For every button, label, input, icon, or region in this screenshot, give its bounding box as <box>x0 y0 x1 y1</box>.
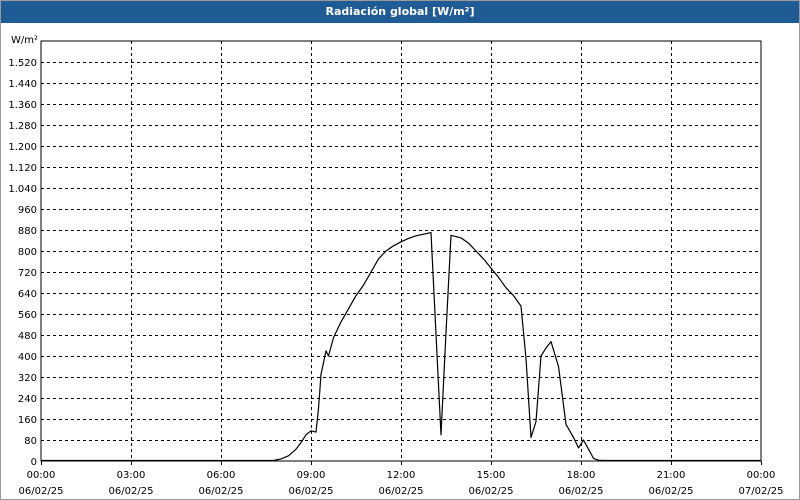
y-tick-label: 1.280 <box>8 121 37 132</box>
y-tick-label: 1.040 <box>8 184 37 195</box>
chart-title: Radiación global [W/m²] <box>1 1 799 23</box>
y-tick-label: 1.120 <box>8 163 37 174</box>
y-tick-label: 960 <box>18 205 37 216</box>
y-tick-label: 80 <box>24 436 37 447</box>
y-tick-label: 800 <box>18 247 37 258</box>
x-tick-time-label: 12:00 <box>387 470 416 481</box>
y-tick-label: 0 <box>31 457 37 468</box>
x-tick-time-label: 09:00 <box>297 470 326 481</box>
y-tick-label: 400 <box>18 352 37 363</box>
y-axis-label: W/m² <box>11 35 38 46</box>
y-tick-label: 1.520 <box>8 58 37 69</box>
x-tick-date-label: 06/02/25 <box>649 486 694 497</box>
x-tick-time-label: 03:00 <box>117 470 146 481</box>
x-tick-date-label: 06/02/25 <box>289 486 334 497</box>
y-tick-label: 880 <box>18 226 37 237</box>
y-tick-label: 720 <box>18 268 37 279</box>
x-tick-date-label: 06/02/25 <box>559 486 604 497</box>
x-tick-date-label: 06/02/25 <box>379 486 424 497</box>
radiation-line-chart: 0 80 160 240 320 400 480 560 640 720 800 880 960 1.04… <box>8 35 784 497</box>
y-tick-label: 1.360 <box>8 100 37 111</box>
y-tick-label: 640 <box>18 289 37 300</box>
x-tick-time-label: 18:00 <box>567 470 596 481</box>
x-tick-time-label: 00:00 <box>747 470 776 481</box>
x-tick-time-label: 21:00 <box>657 470 686 481</box>
y-tick-label: 480 <box>18 331 37 342</box>
y-tick-label: 1.440 <box>8 79 37 90</box>
x-tick-time-label: 00:00 <box>27 470 56 481</box>
x-tick-date-label: 06/02/25 <box>469 486 514 497</box>
x-tick-date-label: 06/02/25 <box>199 486 244 497</box>
y-tick-label: 240 <box>18 394 37 405</box>
y-tick-label: 560 <box>18 310 37 321</box>
x-tick-date-label: 06/02/25 <box>19 486 64 497</box>
chart-window: Radiación global [W/m²] 0 80 160 240 320 400 4… <box>0 0 800 500</box>
y-tick-label: 1.200 <box>8 142 37 153</box>
x-tick-time-label: 15:00 <box>477 470 506 481</box>
x-tick-time-label: 06:00 <box>207 470 236 481</box>
y-tick-label: 160 <box>18 415 37 426</box>
y-tick-label: 320 <box>18 373 37 384</box>
x-tick-date-label: 07/02/25 <box>739 486 784 497</box>
x-tick-date-label: 06/02/25 <box>109 486 154 497</box>
